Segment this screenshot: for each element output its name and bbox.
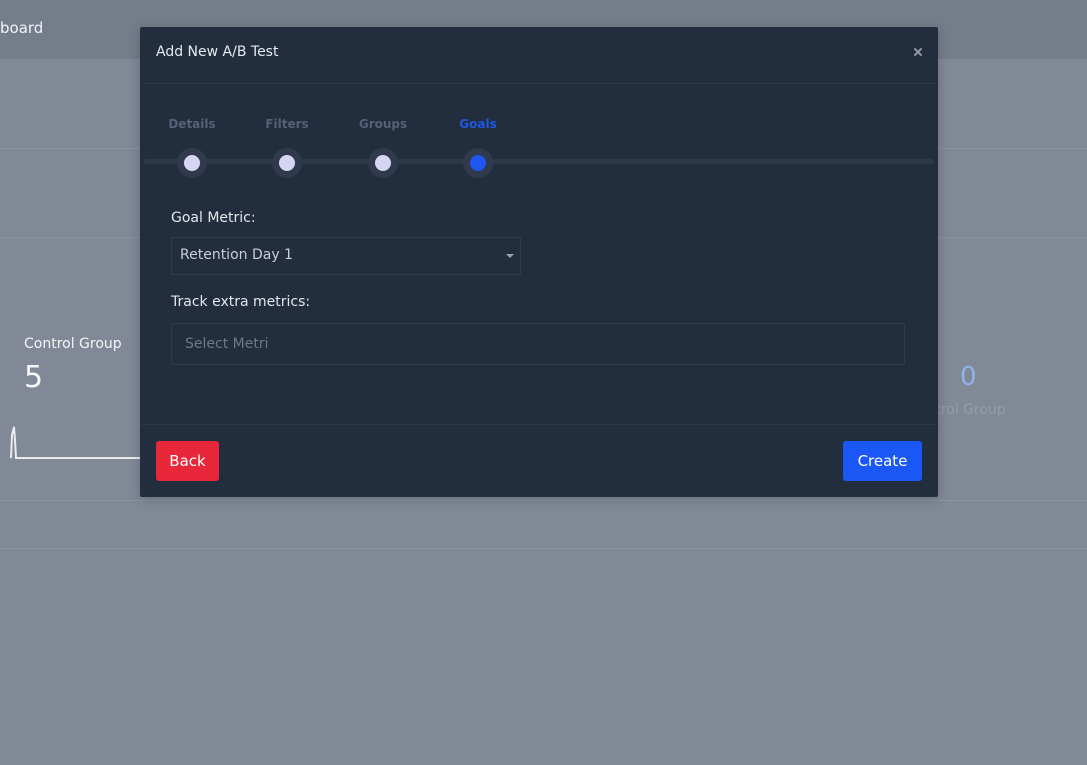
step-label: Goals xyxy=(459,117,497,131)
goal-metric-select[interactable]: Retention Day 1 xyxy=(171,237,521,275)
goal-metric-value: Retention Day 1 xyxy=(180,247,293,263)
close-icon[interactable] xyxy=(910,44,926,60)
divider xyxy=(0,500,1087,501)
breadcrumb[interactable]: board xyxy=(0,19,43,37)
comparison-value: 0 xyxy=(960,362,977,392)
goal-metric-label: Goal Metric: xyxy=(171,210,256,226)
step-indicator xyxy=(463,148,493,178)
modal-title: Add New A/B Test xyxy=(156,44,279,60)
back-button[interactable]: Back xyxy=(156,441,219,481)
divider xyxy=(0,548,1087,549)
extra-metrics-label: Track extra metrics: xyxy=(171,294,311,310)
step-indicator xyxy=(177,148,207,178)
step-label: Groups xyxy=(358,117,408,131)
chevron-down-icon xyxy=(506,254,514,258)
footer-divider xyxy=(140,424,938,425)
control-group-sparkline xyxy=(10,426,148,459)
step-details[interactable]: Details xyxy=(162,117,222,178)
control-group-title: Control Group xyxy=(24,336,122,352)
step-indicator xyxy=(368,148,398,178)
comparison-label: Control Group xyxy=(930,402,1006,418)
add-ab-test-modal: Add New A/B Test Details Filters Groups … xyxy=(140,27,938,497)
stepper-track xyxy=(144,159,934,164)
step-label: Details xyxy=(168,117,216,131)
modal-header: Add New A/B Test xyxy=(140,27,938,84)
step-groups[interactable]: Groups xyxy=(353,117,413,178)
step-indicator xyxy=(272,148,302,178)
step-filters[interactable]: Filters xyxy=(257,117,317,178)
extra-metrics-input[interactable] xyxy=(171,323,905,365)
create-button[interactable]: Create xyxy=(843,441,922,481)
step-label: Filters xyxy=(265,117,309,131)
control-group-value: 5 xyxy=(24,360,44,395)
step-goals[interactable]: Goals xyxy=(448,117,508,178)
